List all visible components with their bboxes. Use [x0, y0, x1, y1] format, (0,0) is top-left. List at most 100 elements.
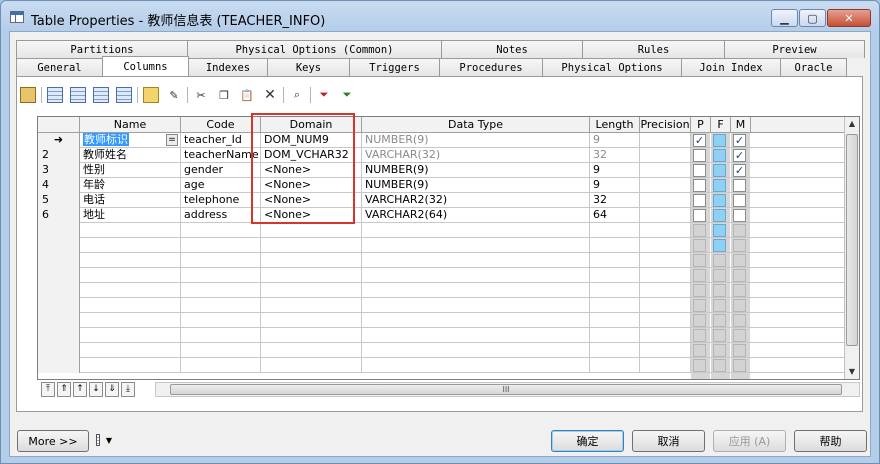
cell-precision[interactable]	[640, 328, 691, 343]
cell-data-type[interactable]	[362, 298, 590, 313]
move-down-button[interactable]: ↓	[89, 382, 103, 397]
scroll-down-icon[interactable]: ▼	[845, 365, 859, 379]
print-menu-icon[interactable]: ▼	[96, 432, 112, 448]
cell-domain[interactable]	[261, 268, 362, 283]
f-checkbox[interactable]	[713, 359, 726, 372]
cell-length[interactable]	[590, 283, 640, 298]
cell-code[interactable]	[181, 343, 261, 358]
header-code[interactable]: Code	[181, 117, 261, 133]
cell-precision[interactable]	[640, 133, 691, 148]
close-button[interactable]: ✕	[827, 9, 871, 27]
table-row[interactable]: 2 教师姓名 teacherName DOM_VCHAR32 VARCHAR(32) 32…	[38, 148, 859, 163]
cell-length[interactable]	[590, 358, 640, 373]
cell-length[interactable]: 9	[590, 178, 640, 193]
cell-code[interactable]	[181, 328, 261, 343]
move-up-button[interactable]: ↑	[73, 382, 87, 397]
cell-precision[interactable]	[640, 208, 691, 223]
p-checkbox[interactable]	[693, 209, 706, 222]
p-checkbox[interactable]	[693, 164, 706, 177]
cell-domain[interactable]	[261, 238, 362, 253]
m-checkbox[interactable]	[733, 344, 746, 357]
cell-precision[interactable]	[640, 298, 691, 313]
cell-name[interactable]	[80, 328, 181, 343]
cell-code[interactable]: gender	[181, 163, 261, 178]
cell-code[interactable]	[181, 298, 261, 313]
p-checkbox[interactable]	[693, 299, 706, 312]
cell-precision[interactable]	[640, 283, 691, 298]
header-p[interactable]: P	[691, 117, 711, 133]
cell-precision[interactable]	[640, 223, 691, 238]
empty-table-row[interactable]	[38, 328, 859, 343]
cell-name[interactable]	[80, 253, 181, 268]
cell-precision[interactable]	[640, 358, 691, 373]
cell-name[interactable]: 教师标识 =	[80, 133, 181, 148]
delete-icon[interactable]: ✕	[262, 87, 278, 103]
tab-join-index[interactable]: Join Index	[681, 58, 781, 76]
vertical-scroll-thumb[interactable]	[846, 134, 858, 346]
cell-name[interactable]: 性别	[80, 163, 181, 178]
cell-length[interactable]	[590, 253, 640, 268]
header-length[interactable]: Length	[590, 117, 640, 133]
header-m[interactable]: M	[731, 117, 751, 133]
cell-precision[interactable]	[640, 313, 691, 328]
help-button[interactable]: 帮助	[794, 430, 867, 452]
tab-oracle[interactable]: Oracle	[780, 58, 847, 76]
cell-precision[interactable]	[640, 178, 691, 193]
cell-length[interactable]: 32	[590, 148, 640, 163]
f-checkbox[interactable]	[713, 209, 726, 222]
header-precision[interactable]: Precision	[640, 117, 691, 133]
cell-name[interactable]: 电话	[80, 193, 181, 208]
p-checkbox[interactable]	[693, 359, 706, 372]
f-checkbox[interactable]	[713, 194, 726, 207]
cell-precision[interactable]	[640, 268, 691, 283]
cell-data-type[interactable]: VARCHAR2(32)	[362, 193, 590, 208]
empty-table-row[interactable]	[38, 313, 859, 328]
m-checkbox[interactable]	[733, 209, 746, 222]
m-checkbox[interactable]	[733, 359, 746, 372]
cell-code[interactable]: telephone	[181, 193, 261, 208]
ok-button[interactable]: 确定	[551, 430, 624, 452]
scroll-up-icon[interactable]: ▲	[845, 117, 859, 131]
maximize-button[interactable]: ▢	[799, 9, 826, 27]
cancel-button[interactable]: 取消	[632, 430, 705, 452]
empty-table-row[interactable]	[38, 268, 859, 283]
f-checkbox[interactable]	[713, 299, 726, 312]
m-checkbox[interactable]	[733, 179, 746, 192]
cell-domain[interactable]	[261, 328, 362, 343]
tab-notes[interactable]: Notes	[441, 40, 583, 58]
f-checkbox[interactable]	[713, 344, 726, 357]
filter-clear-icon[interactable]: ⏷	[339, 87, 355, 103]
name-code-sync-button[interactable]: =	[166, 134, 178, 146]
cell-name[interactable]: 年龄	[80, 178, 181, 193]
cell-data-type[interactable]: NUMBER(9)	[362, 178, 590, 193]
m-checkbox[interactable]	[733, 329, 746, 342]
cell-data-type[interactable]: NUMBER(9)	[362, 133, 590, 148]
m-checkbox[interactable]	[733, 299, 746, 312]
p-checkbox[interactable]	[693, 284, 706, 297]
cell-length[interactable]: 9	[590, 133, 640, 148]
insert-row-icon[interactable]	[47, 87, 63, 103]
empty-table-row[interactable]	[38, 343, 859, 358]
empty-table-row[interactable]	[38, 298, 859, 313]
cell-domain[interactable]	[261, 298, 362, 313]
cell-name[interactable]: 地址	[80, 208, 181, 223]
table-row[interactable]: 4 年龄 age <None> NUMBER(9) 9	[38, 178, 859, 193]
p-checkbox[interactable]	[693, 224, 706, 237]
cell-data-type[interactable]	[362, 283, 590, 298]
m-checkbox[interactable]: ✓	[733, 134, 746, 147]
f-checkbox[interactable]	[713, 269, 726, 282]
f-checkbox[interactable]	[713, 329, 726, 342]
table-row[interactable]: 5 电话 telephone <None> VARCHAR2(32) 32	[38, 193, 859, 208]
cell-code[interactable]	[181, 358, 261, 373]
cell-name[interactable]	[80, 238, 181, 253]
cell-code[interactable]: age	[181, 178, 261, 193]
p-checkbox[interactable]: ✓	[693, 134, 706, 147]
m-checkbox[interactable]: ✓	[733, 149, 746, 162]
cell-name[interactable]	[80, 223, 181, 238]
copy-icon[interactable]: ❐	[216, 87, 232, 103]
cell-data-type[interactable]: VARCHAR2(64)	[362, 208, 590, 223]
f-checkbox[interactable]	[713, 164, 726, 177]
cell-length[interactable]: 32	[590, 193, 640, 208]
cell-domain[interactable]: DOM_NUM9	[261, 133, 362, 148]
new-icon[interactable]	[143, 87, 159, 103]
